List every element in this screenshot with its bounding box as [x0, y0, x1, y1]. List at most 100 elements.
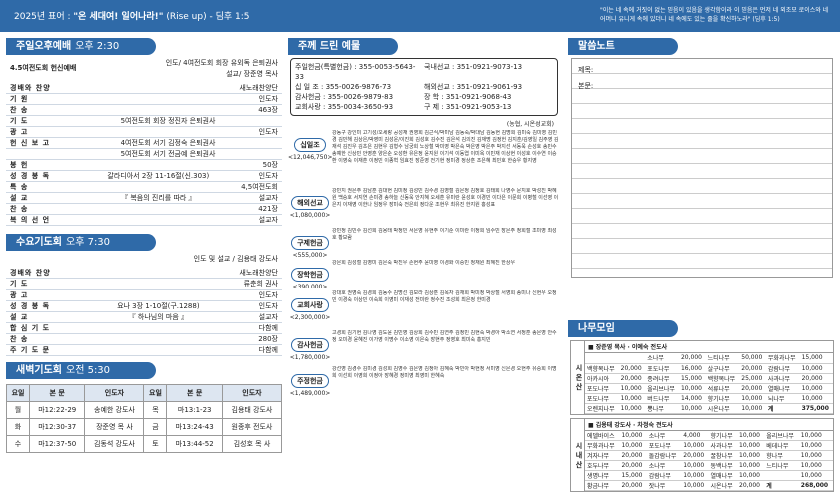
- order-r: 설교자: [258, 194, 278, 202]
- order-m: [58, 323, 259, 333]
- dawn-col-header: 본 문: [29, 384, 86, 402]
- order-m: [58, 215, 259, 225]
- offering-label-box: 장학헌금 <390,000>: [288, 260, 332, 288]
- share-cell: 포도나무: [585, 393, 619, 404]
- sharing-group: 시 온 산 ■ 장준영 목사 · 이예숙 전도사 소나무 20,000 느티나무 50,0…: [570, 340, 834, 415]
- dawn-cell: 마12:30-37: [29, 418, 86, 436]
- share-cell: 10,000: [739, 403, 766, 414]
- order-m: 요나 3장 1-10절(구.1288): [117, 302, 200, 310]
- dawn-col-header: 인도자: [84, 384, 145, 402]
- offering-label: 교회사랑: [291, 298, 329, 312]
- share-cell: 16,000: [678, 363, 706, 374]
- order-row: 기 원 인도자: [6, 94, 282, 105]
- share-cell: 에델바이스: [585, 430, 620, 441]
- order-r: 설교자: [258, 216, 278, 224]
- account-line: 감사헌금 : 355-0026-9879-83: [295, 93, 394, 101]
- order-row: 설 교 『 복음의 진리를 따라 』 설교자: [6, 193, 282, 204]
- order-m: 『 하나님의 마음 』: [128, 313, 188, 321]
- share-cell: 10,000: [681, 460, 709, 471]
- account-line: 장 학 : 351-0921-9068-43: [424, 93, 512, 101]
- dawn-cell: 마13:1-23: [166, 401, 223, 419]
- account-line: 주일헌금(특별헌금) : 355-0053-5643-33: [295, 63, 416, 81]
- order-k: 찬 송: [10, 335, 29, 343]
- share-cell: 10,000: [678, 403, 706, 414]
- dawn-cell: 마12:22-29: [29, 401, 86, 419]
- account-list: 주일헌금(특별헌금) : 355-0053-5643-33 국내선교 : 351-…: [290, 58, 558, 116]
- share-cell: 소나무: [646, 460, 682, 471]
- side-column: 말씀노트 제목: 본문: 나무모임 시 온 산 ■ 장준영 목사 · 이예숙 전도…: [568, 38, 836, 495]
- order-row: 봉 헌 50장: [6, 160, 282, 171]
- dawn-cell: 김동석 강도사: [84, 435, 145, 453]
- order-r: 류춘희 권사: [243, 280, 278, 288]
- share-cell: 아카시아: [585, 373, 619, 384]
- offering-amount: <555,000>: [292, 252, 328, 258]
- offering-label-box: 주정헌금 <1,489,000>: [288, 366, 332, 410]
- wednesday-intro: 인도 및 설교 / 김용태 강도사: [193, 255, 278, 263]
- table-row: 백향목나무 20,000 포도나무 16,000 살구나무 20,000 감람나무 10,00…: [585, 363, 833, 374]
- order-m: [58, 268, 239, 278]
- share-cell: 15,000: [678, 373, 706, 384]
- order-m: [58, 182, 241, 192]
- order-row: 합 심 기 도 다함께: [6, 323, 282, 334]
- wednesday-order: 경배와 찬양 새노래찬양단 기 도 류춘희 권사 광 고 인도자 성 경 봉 독 요나 3장 …: [6, 268, 282, 356]
- order-row: 성 경 봉 독 갈라디아서 2장 11-16절(신.303) 인도자: [6, 171, 282, 182]
- memo-body-label: 본문:: [578, 82, 594, 90]
- dawn-col-header: 본 문: [166, 384, 223, 402]
- dawn-cell: 마12:37-50: [29, 435, 86, 453]
- offering-amount: <2,300,000>: [289, 314, 331, 321]
- share-cell: 15,000: [799, 353, 833, 364]
- order-row: 헌 신 보 고 4여전도회 서기 김정숙 은퇴권사: [6, 138, 282, 149]
- offering-item: 교회사랑 <2,300,000> 강대호 권영숙 김경희 김동수 김명선 김보라 김…: [288, 290, 560, 328]
- share-cell: 20,000: [737, 480, 765, 491]
- offering-label: 십일조: [294, 138, 326, 152]
- account-line: 해외선교 : 351-0921-9061-93: [424, 83, 523, 91]
- offering-list: 십일조 <12,046,750> 강동구 강인미 고기성/오세랑 공성재 권영희 김…: [288, 130, 560, 410]
- offering-item: 구제헌금 <555,000> 강민정 김민수 김선희 김용태 박정민 서은영 유현주…: [288, 228, 560, 258]
- share-cell: 향기나무: [708, 430, 737, 441]
- order-row: 5여전도회 서기 전금예 은퇴권사: [6, 149, 282, 160]
- memo-area[interactable]: 제목: 본문:: [571, 58, 833, 278]
- share-cell: 소나무: [646, 430, 682, 441]
- share-cell: 10,000: [799, 393, 833, 404]
- table-row: 포도나무 10,000 올리브나무 10,000 석류나무 20,000 열매나무 10,00…: [585, 383, 833, 394]
- share-cell: 감람나무: [765, 363, 800, 374]
- share-cell: 시온나무: [708, 480, 737, 491]
- order-row: 광 고 인도자: [6, 290, 282, 301]
- share-cell: 황금나무: [585, 480, 620, 491]
- order-r: 새노래찬양단: [239, 84, 278, 92]
- share-cell: 사과나무: [708, 440, 737, 451]
- offering-amount: <1,780,000>: [289, 354, 331, 361]
- share-cell: 호두나무: [585, 460, 620, 471]
- order-row: 복 의 선 언 설교자: [6, 215, 282, 226]
- dawn-cell: 수: [5, 435, 31, 453]
- order-row: 주 기 도 문 다함께: [6, 345, 282, 356]
- share-cell: 올리브나무: [764, 430, 799, 441]
- order-k: 설 교: [10, 313, 29, 321]
- offering-amount: <1,489,000>: [289, 390, 331, 397]
- table-row: 아카시아 20,000 종려나무 15,000 백향목나무 25,000 사과나무 20,00…: [585, 373, 833, 384]
- offering-item: 주정헌금 <1,489,000> 강선영 김경수 김미경 김성희 김영수 김은영 김…: [288, 366, 560, 410]
- order-k: 광 고: [10, 128, 29, 136]
- worship-column: 주일오후예배 오후 2:30 4.5여전도회 헌신예배 인도/ 4여전도회 회장 유…: [5, 38, 283, 453]
- order-k: 기 도: [10, 117, 29, 125]
- share-cell: 포도나무: [646, 440, 682, 451]
- table-row: 에델바이스 10,000 소나무 4,000 향기나무 10,000 올리브나무 10,000: [585, 430, 833, 441]
- offering-label: 감사헌금: [291, 338, 329, 352]
- share-cell: [764, 470, 799, 481]
- table-row: 무화과나무 10,000 포도나무 10,000 사과나무 10,000 베데나무 10,00…: [585, 440, 833, 451]
- offering-label: 해외선교: [291, 196, 329, 210]
- share-cell: 무화과나무: [765, 353, 800, 364]
- order-m: [58, 160, 263, 170]
- share-cell: 20,000: [618, 363, 646, 374]
- share-cell: 포도나무: [585, 383, 619, 394]
- table-row: 화 마12:30-37 장준영 목 사 금 마13:24-43 원종후 전도사: [5, 418, 283, 436]
- order-r: 인도자: [258, 128, 278, 136]
- wednesday-header: 수요기도회 오후 7:30: [6, 234, 156, 251]
- table-row: 포도나무 10,000 버드나무 14,000 향기나무 10,000 뇌나무 10,000: [585, 393, 833, 404]
- offering-item: 해외선교 <1,080,000> 강민지 권은주 김남훈 김대현 김미정 김성민 김…: [288, 188, 560, 226]
- order-r: 280장: [258, 335, 278, 343]
- dawn-col-header: 인도자: [221, 384, 283, 402]
- order-k: 기 원: [10, 95, 29, 103]
- sharing-groups: 시 온 산 ■ 장준영 목사 · 이예숙 전도사 소나무 20,000 느티나무 50,0…: [568, 340, 836, 492]
- offering-names: 강대호 권영숙 김경희 김동수 김명선 김보라 김상훈 김옥자 김재희 박미정 …: [332, 290, 557, 303]
